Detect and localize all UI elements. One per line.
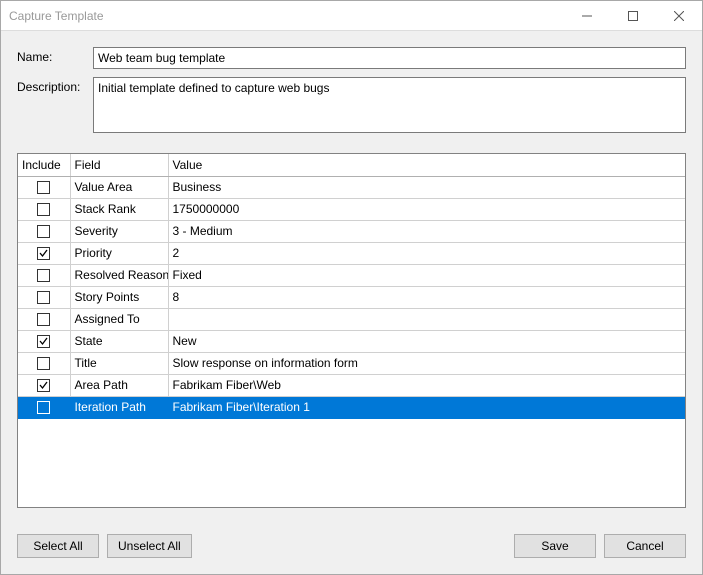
value-cell: 1750000000	[168, 198, 685, 220]
description-label: Description:	[17, 77, 87, 94]
include-cell	[18, 374, 70, 396]
table-row[interactable]: TitleSlow response on information form	[18, 352, 685, 374]
include-checkbox[interactable]	[37, 291, 50, 304]
value-cell: 8	[168, 286, 685, 308]
name-row: Name:	[17, 47, 686, 69]
value-cell: Fabrikam Fiber\Web	[168, 374, 685, 396]
col-header-field[interactable]: Field	[70, 154, 168, 176]
content-area: Name: Description: Include Field Value	[1, 31, 702, 524]
description-row: Description:	[17, 77, 686, 133]
value-cell: New	[168, 330, 685, 352]
maximize-button[interactable]	[610, 1, 656, 31]
table-row[interactable]: Assigned To	[18, 308, 685, 330]
field-cell: Area Path	[70, 374, 168, 396]
grid-header-row: Include Field Value	[18, 154, 685, 176]
value-cell: 2	[168, 242, 685, 264]
button-bar: Select All Unselect All Save Cancel	[1, 524, 702, 574]
window-title: Capture Template	[9, 9, 564, 23]
include-checkbox[interactable]	[37, 269, 50, 282]
value-cell: Fixed	[168, 264, 685, 286]
include-checkbox[interactable]	[37, 247, 50, 260]
include-cell	[18, 198, 70, 220]
include-cell	[18, 396, 70, 418]
name-input[interactable]	[93, 47, 686, 69]
field-cell: Resolved Reason	[70, 264, 168, 286]
value-cell: 3 - Medium	[168, 220, 685, 242]
value-cell: Fabrikam Fiber\Iteration 1	[168, 396, 685, 418]
include-cell	[18, 352, 70, 374]
minimize-button[interactable]	[564, 1, 610, 31]
table-row[interactable]: Value AreaBusiness	[18, 176, 685, 198]
include-cell	[18, 330, 70, 352]
field-cell: Assigned To	[70, 308, 168, 330]
field-cell: Story Points	[70, 286, 168, 308]
table-row[interactable]: Story Points8	[18, 286, 685, 308]
include-checkbox[interactable]	[37, 335, 50, 348]
include-checkbox[interactable]	[37, 203, 50, 216]
include-cell	[18, 286, 70, 308]
field-cell: Title	[70, 352, 168, 374]
value-cell	[168, 308, 685, 330]
close-button[interactable]	[656, 1, 702, 31]
table-row[interactable]: Resolved ReasonFixed	[18, 264, 685, 286]
include-checkbox[interactable]	[37, 313, 50, 326]
table-row[interactable]: StateNew	[18, 330, 685, 352]
include-cell	[18, 220, 70, 242]
field-cell: Priority	[70, 242, 168, 264]
table-row[interactable]: Severity3 - Medium	[18, 220, 685, 242]
field-cell: Severity	[70, 220, 168, 242]
include-checkbox[interactable]	[37, 225, 50, 238]
table-row[interactable]: Priority2	[18, 242, 685, 264]
maximize-icon	[628, 11, 638, 21]
table-row[interactable]: Stack Rank1750000000	[18, 198, 685, 220]
value-cell: Slow response on information form	[168, 352, 685, 374]
include-cell	[18, 264, 70, 286]
minimize-icon	[582, 11, 592, 21]
name-label: Name:	[17, 47, 87, 64]
table-row[interactable]: Iteration PathFabrikam Fiber\Iteration 1	[18, 396, 685, 418]
col-header-value[interactable]: Value	[168, 154, 685, 176]
include-checkbox[interactable]	[37, 401, 50, 414]
value-cell: Business	[168, 176, 685, 198]
fields-grid: Include Field Value Value AreaBusinessSt…	[17, 153, 686, 508]
include-checkbox[interactable]	[37, 357, 50, 370]
unselect-all-button[interactable]: Unselect All	[107, 534, 192, 558]
include-checkbox[interactable]	[37, 181, 50, 194]
titlebar: Capture Template	[1, 1, 702, 31]
select-all-button[interactable]: Select All	[17, 534, 99, 558]
table-row[interactable]: Area PathFabrikam Fiber\Web	[18, 374, 685, 396]
field-cell: Value Area	[70, 176, 168, 198]
close-icon	[674, 11, 684, 21]
field-cell: Stack Rank	[70, 198, 168, 220]
field-cell: Iteration Path	[70, 396, 168, 418]
dialog-window: Capture Template Name: Description:	[0, 0, 703, 575]
include-cell	[18, 242, 70, 264]
field-cell: State	[70, 330, 168, 352]
include-cell	[18, 176, 70, 198]
cancel-button[interactable]: Cancel	[604, 534, 686, 558]
include-checkbox[interactable]	[37, 379, 50, 392]
include-cell	[18, 308, 70, 330]
save-button[interactable]: Save	[514, 534, 596, 558]
window-controls	[564, 1, 702, 31]
description-input[interactable]	[93, 77, 686, 133]
col-header-include[interactable]: Include	[18, 154, 70, 176]
